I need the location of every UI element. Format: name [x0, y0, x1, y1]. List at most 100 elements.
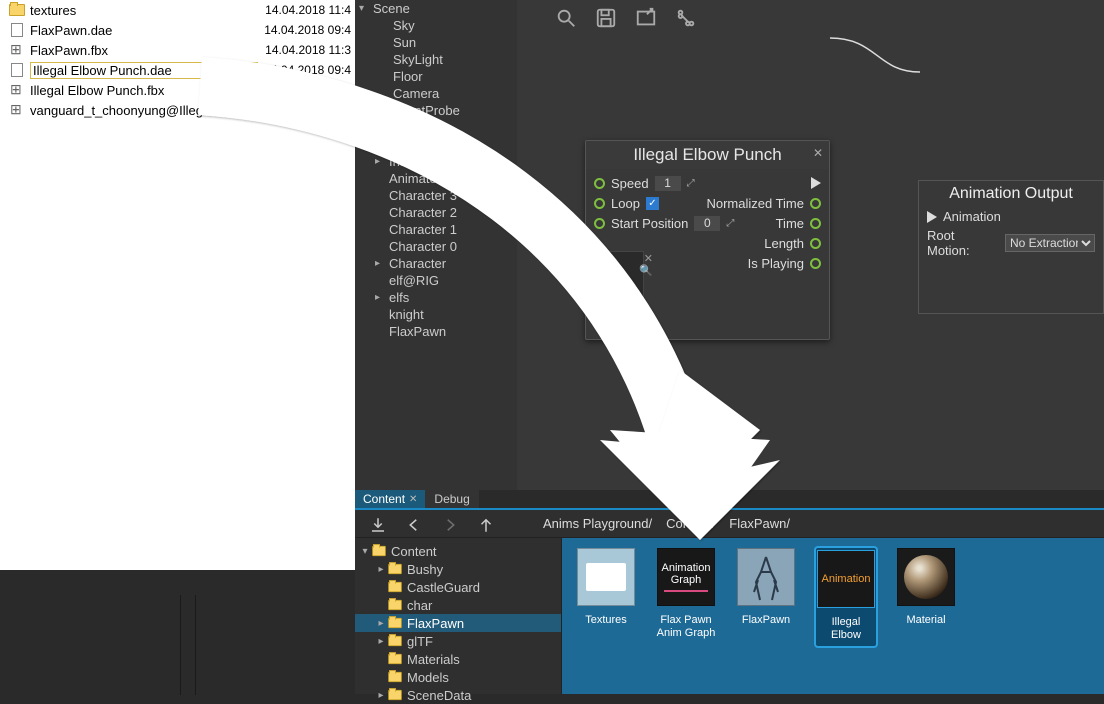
port-normalizedtime-out[interactable]: [810, 198, 821, 209]
back-icon[interactable]: [405, 516, 421, 532]
speed-input[interactable]: [655, 176, 681, 191]
scene-item[interactable]: AnimatedModel: [355, 170, 517, 187]
file-name: FlaxPawn.dae: [30, 23, 258, 38]
tab-debug[interactable]: Debug: [426, 490, 478, 508]
tab-content[interactable]: Content✕: [355, 490, 426, 508]
port-isplaying-out[interactable]: [810, 258, 821, 269]
content-tree-item[interactable]: ▸SceneData: [355, 686, 561, 704]
scene-item[interactable]: Sun: [355, 34, 517, 51]
mesh-icon: [10, 103, 24, 117]
breadcrumb-item[interactable]: FlaxPawn/: [729, 516, 790, 531]
scene-item[interactable]: Character 2: [355, 204, 517, 221]
folder-icon: [388, 600, 402, 610]
bone-icon[interactable]: [675, 7, 697, 29]
animation-output-node[interactable]: Animation Output Animation Root Motion: …: [918, 180, 1104, 314]
folder-icon: [372, 546, 386, 556]
import-icon[interactable]: [369, 516, 385, 532]
close-icon[interactable]: ✕: [409, 494, 417, 505]
scene-item[interactable]: Elf_Mesh: [355, 136, 517, 153]
scene-item[interactable]: ▸Character: [355, 255, 517, 272]
content-tree-item[interactable]: CastleGuard: [355, 578, 561, 596]
forward-icon[interactable]: [441, 516, 457, 532]
breadcrumbs: Anims Playground/Content/FlaxPawn/: [513, 516, 790, 531]
port-time-out[interactable]: [810, 218, 821, 229]
close-icon[interactable]: ✕: [813, 146, 823, 160]
isplaying-label: Is Playing: [748, 256, 804, 271]
expand-icon[interactable]: ⤢: [687, 178, 695, 189]
folder-icon: [388, 654, 402, 664]
port-play-out[interactable]: [811, 177, 821, 189]
file-icon: [11, 23, 23, 37]
save-icon[interactable]: [595, 7, 617, 29]
search-icon[interactable]: [555, 7, 577, 29]
mesh-icon: [10, 83, 24, 97]
asset-label: Illegal Elbow: [818, 616, 874, 644]
scene-item[interactable]: knight: [355, 306, 517, 323]
port-loop-in[interactable]: [594, 198, 605, 209]
scene-item[interactable]: SkyLight: [355, 51, 517, 68]
expand-icon[interactable]: ⤢: [726, 218, 734, 229]
file-icon: [11, 63, 23, 77]
scene-root[interactable]: ▾Scene: [355, 0, 517, 17]
content-tree-item[interactable]: ▸glTF: [355, 632, 561, 650]
breadcrumb-item[interactable]: Anims Playground/: [543, 516, 652, 531]
explorer-file-row[interactable]: FlaxPawn.dae14.04.2018 09:4: [0, 20, 355, 40]
port-length-out[interactable]: [810, 238, 821, 249]
file-date: 14.04.2018 11:4: [259, 103, 351, 117]
animation-port-label: Animation: [943, 209, 1001, 224]
scene-item[interactable]: Character 0: [355, 238, 517, 255]
port-animation-in[interactable]: [927, 211, 937, 223]
content-tree-item[interactable]: ▾Content: [355, 542, 561, 560]
content-tree-item[interactable]: Materials: [355, 650, 561, 668]
asset-thumbnail: Animation Graph: [657, 548, 715, 606]
scene-item[interactable]: ▸Instancing Test: [355, 153, 517, 170]
panel-tabs: Content✕ Debug: [355, 490, 1104, 510]
scene-item[interactable]: Sky: [355, 17, 517, 34]
node-thumbnail[interactable]: ✕ 🔍 ion: [594, 251, 644, 311]
breadcrumb-item[interactable]: Content/: [666, 516, 715, 531]
asset-label: FlaxPawn: [742, 614, 790, 642]
scene-item[interactable]: Floor: [355, 68, 517, 85]
folder-icon: [388, 618, 402, 628]
port-startpos-in[interactable]: [594, 218, 605, 229]
explorer-footer: [0, 570, 355, 694]
length-label: Length: [764, 236, 804, 251]
animation-node[interactable]: Illegal Elbow Punch ✕ Speed⤢ Loop✓ Norma…: [585, 140, 830, 340]
scene-item[interactable]: Character 3: [355, 187, 517, 204]
node-titlebar[interactable]: Illegal Elbow Punch ✕: [586, 141, 829, 169]
explorer-file-row[interactable]: vanguard_t_choonyung@Illegal Elbow P...1…: [0, 100, 355, 120]
explorer-file-row[interactable]: textures14.04.2018 11:4: [0, 0, 355, 20]
content-tree-item[interactable]: Models: [355, 668, 561, 686]
scene-item[interactable]: ▸elfs: [355, 289, 517, 306]
file-name: Illegal Elbow Punch.fbx: [30, 83, 322, 98]
scene-item[interactable]: elf@RIG: [355, 272, 517, 289]
loop-label: Loop: [611, 196, 640, 211]
root-motion-select[interactable]: No Extraction: [1005, 234, 1095, 252]
folder-icon: [388, 582, 402, 592]
port-speed-in[interactable]: [594, 178, 605, 189]
thumbnail-search-icon[interactable]: 🔍: [639, 264, 653, 277]
asset-item[interactable]: Textures: [576, 548, 636, 642]
startpos-input[interactable]: [694, 216, 720, 231]
scene-item[interactable]: Camera: [355, 85, 517, 102]
asset-item[interactable]: Material: [896, 548, 956, 642]
asset-item[interactable]: Animation GraphFlax Pawn Anim Graph: [656, 548, 716, 642]
normalized-time-label: Normalized Time: [706, 196, 804, 211]
explorer-file-row[interactable]: Illegal Elbow Punch.dae14.04.2018 09:4: [0, 60, 355, 80]
explorer-file-row[interactable]: Illegal Elbow Punch.fbx14.0: [0, 80, 355, 100]
content-tree-item[interactable]: char: [355, 596, 561, 614]
asset-item[interactable]: FlaxPawn: [736, 548, 796, 642]
scene-item[interactable]: Character 1: [355, 221, 517, 238]
frame-icon[interactable]: [635, 7, 657, 29]
asset-item[interactable]: AnimationIllegal Elbow: [816, 548, 876, 646]
file-date: 14.04.2018 09:4: [258, 23, 351, 37]
loop-checkbox[interactable]: ✓: [646, 197, 659, 210]
content-tree-item[interactable]: ▸FlaxPawn: [355, 614, 561, 632]
scene-item[interactable]: E: [355, 119, 517, 136]
explorer-file-row[interactable]: FlaxPawn.fbx14.04.2018 11:3: [0, 40, 355, 60]
node-titlebar[interactable]: Animation Output: [919, 181, 1103, 207]
up-icon[interactable]: [477, 516, 493, 532]
scene-item[interactable]: FlaxPawn: [355, 323, 517, 340]
scene-item[interactable]: nmentProbe: [355, 102, 517, 119]
content-tree-item[interactable]: ▸Bushy: [355, 560, 561, 578]
